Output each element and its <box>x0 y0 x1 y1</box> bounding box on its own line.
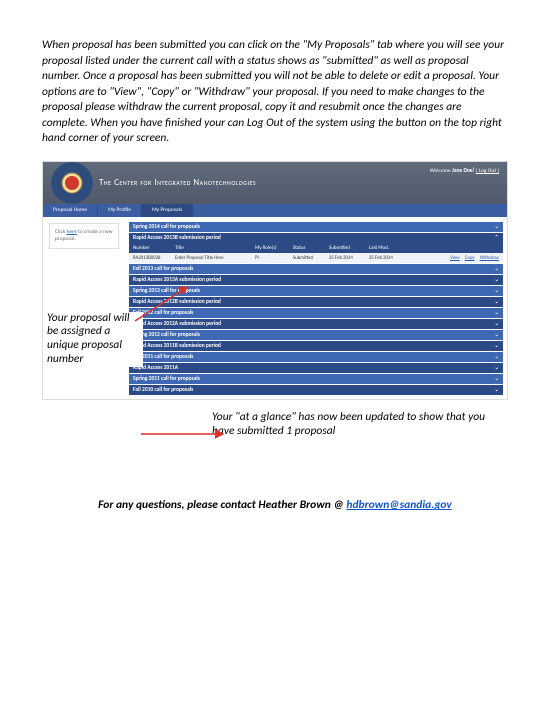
col-lastmod: Last Mod. <box>369 245 411 251</box>
create-proposal-card: Click here to create a new proposal. <box>49 223 119 249</box>
create-pre: Click <box>55 229 67 235</box>
bar-fall-2010[interactable]: Fall 2010 call for proposals⌄ <box>129 385 503 395</box>
bar-ra-2011b[interactable]: Rapid Access 2011B submission period⌄ <box>129 341 503 351</box>
app-title: The Center for Integrated Nanotechnologi… <box>99 177 256 188</box>
sidebar: Click here to create a new proposal. AT … <box>43 217 125 399</box>
chevron-down-icon: ⌄ <box>494 387 499 393</box>
tab-my-profile[interactable]: My Profile <box>98 204 142 217</box>
bar-ra-2011a[interactable]: Rapid Access 2011A⌄ <box>129 363 503 373</box>
copy-link[interactable]: Copy <box>465 255 475 261</box>
col-number: Number <box>133 245 175 251</box>
cint-seal-icon <box>51 162 93 204</box>
app-screenshot: The Center for Integrated Nanotechnologi… <box>42 161 508 400</box>
intro-text: When proposal has been submitted you can… <box>42 38 508 147</box>
contact-email-link[interactable]: hdbrown@sandia.gov <box>346 498 451 512</box>
col-role: My Role(s) <box>255 245 293 251</box>
bar-spring-2012[interactable]: Spring 2012 call for proposals⌄ <box>129 330 503 340</box>
cell-submitted: 25 Feb 2014 <box>329 255 369 261</box>
chevron-down-icon: ⌄ <box>494 376 499 382</box>
chevron-up-icon: ⌃ <box>494 235 499 241</box>
cell-number: RA2013B0028 <box>133 255 175 261</box>
arrow-icon <box>135 283 195 323</box>
table-header: Number Title My Role(s) Status Submitted… <box>129 243 503 253</box>
cell-role: PI <box>255 255 293 261</box>
cell-status: Submitted <box>293 255 329 261</box>
bar-spring-2014[interactable]: Spring 2014 call for proposals⌄ <box>129 222 503 232</box>
col-title: Title <box>175 245 255 251</box>
footer-contact: For any questions, please contact Heathe… <box>42 498 508 512</box>
create-proposal-link[interactable]: here <box>67 229 77 235</box>
tab-proposal-home[interactable]: Proposal Home <box>43 204 98 217</box>
annotation-at-a-glance: Your "at a glance" has now been updated … <box>212 410 502 439</box>
chevron-down-icon: ⌄ <box>494 266 499 272</box>
chevron-down-icon: ⌄ <box>494 277 499 283</box>
welcome-label: Welcome <box>430 168 451 174</box>
chevron-down-icon: ⌄ <box>494 365 499 371</box>
bar-spring-2011[interactable]: Spring 2011 call for proposals⌄ <box>129 374 503 384</box>
chevron-down-icon: ⌄ <box>494 288 499 294</box>
chevron-down-icon: ⌄ <box>494 321 499 327</box>
footer-pre: For any questions, please contact Heathe… <box>98 498 346 512</box>
withdraw-link[interactable]: Withdraw <box>480 255 499 261</box>
view-link[interactable]: View <box>450 255 460 261</box>
chevron-down-icon: ⌄ <box>494 299 499 305</box>
chevron-down-icon: ⌄ <box>494 332 499 338</box>
bar-fall-2013[interactable]: Fall 2013 call for proposals⌄ <box>129 264 503 274</box>
cell-lastmod: 25 Feb 2014 <box>369 255 411 261</box>
cell-title: Enter Proposal Title Here <box>175 255 255 261</box>
bar-ra-2013b[interactable]: Rapid Access 2013B submission period⌃ <box>129 233 503 243</box>
logout-link[interactable]: [ Log Out ] <box>476 168 499 174</box>
chevron-down-icon: ⌄ <box>494 343 499 349</box>
col-submitted: Submitted <box>329 245 369 251</box>
chevron-down-icon: ⌄ <box>494 310 499 316</box>
table-row: RA2013B0028 Enter Proposal Title Here PI… <box>129 253 503 263</box>
welcome-block: Welcome Jane Doe! [ Log Out ] <box>430 168 499 174</box>
tab-bar: Proposal Home My Profile My Proposals <box>43 204 507 217</box>
chevron-down-icon: ⌄ <box>494 224 499 230</box>
app-header: The Center for Integrated Nanotechnologi… <box>43 162 507 204</box>
arrow-icon <box>137 422 225 442</box>
chevron-down-icon: ⌄ <box>494 354 499 360</box>
user-name: Jane Doe! <box>452 168 474 174</box>
bar-fall-2011[interactable]: Fall 2011 call for proposals⌄ <box>129 352 503 362</box>
col-status: Status <box>293 245 329 251</box>
tab-my-proposals[interactable]: My Proposals <box>142 204 193 217</box>
annotation-proposal-number: Your proposal will be assigned a unique … <box>47 312 143 367</box>
